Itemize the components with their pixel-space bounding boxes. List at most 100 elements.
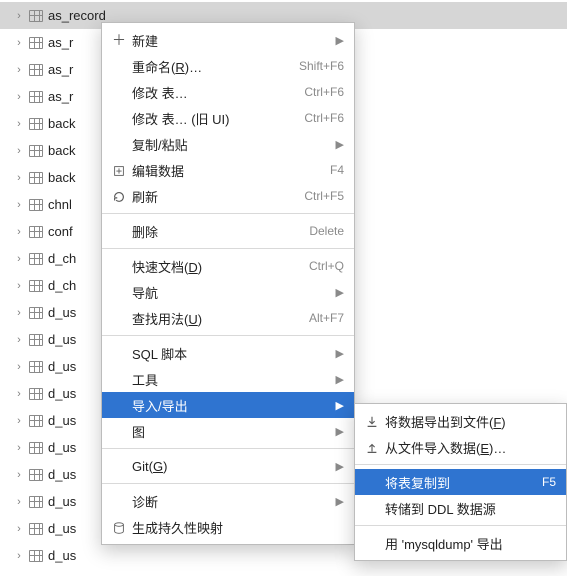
menu-item-edit-data[interactable]: 编辑数据 F4: [102, 157, 354, 183]
menu-item-copy-paste[interactable]: 复制/粘贴 ▶: [102, 131, 354, 157]
menu-item-quick-doc[interactable]: 快速文档(D) Ctrl+Q: [102, 253, 354, 279]
submenu-item-dump-to-ddl[interactable]: 转储到 DDL 数据源: [355, 495, 566, 521]
table-icon: [28, 360, 44, 374]
tree-item-label: d_us: [48, 440, 76, 455]
chevron-right-icon: ›: [12, 550, 26, 562]
menu-item-refresh[interactable]: 刷新 Ctrl+F5: [102, 183, 354, 209]
context-menu: ＋ 新建 ▶ 重命名(R)… Shift+F6 修改 表… Ctrl+F6 修改…: [101, 22, 355, 545]
shortcut: Ctrl+F6: [292, 85, 344, 99]
menu-separator: [355, 525, 566, 526]
table-icon: [28, 387, 44, 401]
tree-item-label: chnl: [48, 197, 72, 212]
table-icon: [28, 522, 44, 536]
chevron-right-icon: ›: [12, 199, 26, 211]
table-icon: [28, 225, 44, 239]
submenu-arrow-icon: ▶: [324, 373, 344, 386]
chevron-right-icon: ›: [12, 361, 26, 373]
table-icon: [28, 9, 44, 23]
menu-item-label: 删除: [128, 222, 297, 241]
menu-item-modify-table-old-ui[interactable]: 修改 表… (旧 UI) Ctrl+F6: [102, 105, 354, 131]
submenu-item-export-to-file[interactable]: 将数据导出到文件(F): [355, 408, 566, 434]
submenu-arrow-icon: ▶: [324, 460, 344, 473]
tree-item-label: d_us: [48, 305, 76, 320]
menu-item-label: Git(G): [128, 459, 324, 474]
menu-item-diagram[interactable]: 图 ▶: [102, 418, 354, 444]
tree-item-label: d_us: [48, 359, 76, 374]
submenu-arrow-icon: ▶: [324, 347, 344, 360]
menu-item-label: 图: [128, 422, 324, 441]
chevron-right-icon: ›: [12, 442, 26, 454]
submenu-item-copy-table-to[interactable]: 将表复制到 F5: [355, 469, 566, 495]
table-icon: [28, 333, 44, 347]
table-icon: [28, 414, 44, 428]
table-icon: [28, 63, 44, 77]
menu-item-sql-scripts[interactable]: SQL 脚本 ▶: [102, 340, 354, 366]
shortcut: Delete: [297, 224, 344, 238]
chevron-right-icon: ›: [12, 10, 26, 22]
menu-item-label: SQL 脚本: [128, 344, 324, 363]
menu-item-label: 从文件导入数据(E)…: [381, 438, 556, 457]
menu-separator: [355, 464, 566, 465]
menu-item-label: 刷新: [128, 187, 292, 206]
tree-item-label: d_us: [48, 494, 76, 509]
menu-item-label: 导入/导出: [128, 396, 324, 415]
edit-icon: [110, 162, 128, 177]
tree-item-label: conf: [48, 224, 73, 239]
menu-item-new[interactable]: ＋ 新建 ▶: [102, 27, 354, 53]
menu-item-delete[interactable]: 删除 Delete: [102, 218, 354, 244]
menu-item-label: 新建: [128, 31, 324, 50]
tree-item-label: d_ch: [48, 278, 76, 293]
menu-item-find-usages[interactable]: 查找用法(U) Alt+F7: [102, 305, 354, 331]
menu-item-navigate[interactable]: 导航 ▶: [102, 279, 354, 305]
tree-item-label: as_r: [48, 89, 73, 104]
menu-item-git[interactable]: Git(G) ▶: [102, 453, 354, 479]
table-icon: [28, 306, 44, 320]
menu-item-tools[interactable]: 工具 ▶: [102, 366, 354, 392]
menu-item-label: 快速文档(D): [128, 257, 297, 276]
plus-icon: ＋: [110, 33, 128, 47]
tree-item-label: d_us: [48, 386, 76, 401]
tree-item-label: back: [48, 170, 75, 185]
submenu-arrow-icon: ▶: [324, 399, 344, 412]
chevron-right-icon: ›: [12, 523, 26, 535]
submenu-arrow-icon: ▶: [324, 286, 344, 299]
menu-separator: [102, 483, 354, 484]
table-icon: [28, 198, 44, 212]
menu-item-label: 修改 表…: [128, 83, 292, 102]
menu-item-generate-persistence[interactable]: 生成持久性映射: [102, 514, 354, 540]
shortcut: Ctrl+F5: [292, 189, 344, 203]
tree-item-label: back: [48, 116, 75, 131]
chevron-right-icon: ›: [12, 280, 26, 292]
submenu-arrow-icon: ▶: [324, 425, 344, 438]
tree-item-label: as_r: [48, 35, 73, 50]
tree-item-label: d_us: [48, 413, 76, 428]
table-icon: [28, 495, 44, 509]
menu-item-label: 将数据导出到文件(F): [381, 412, 556, 431]
menu-item-label: 查找用法(U): [128, 309, 297, 328]
chevron-right-icon: ›: [12, 118, 26, 130]
chevron-right-icon: ›: [12, 37, 26, 49]
menu-item-modify-table[interactable]: 修改 表… Ctrl+F6: [102, 79, 354, 105]
menu-item-label: 导航: [128, 283, 324, 302]
submenu-arrow-icon: ▶: [324, 138, 344, 151]
submenu-item-mysqldump[interactable]: 用 'mysqldump' 导出: [355, 530, 566, 556]
shortcut: Ctrl+Q: [297, 259, 344, 273]
table-icon: [28, 252, 44, 266]
submenu-item-import-from-file[interactable]: 从文件导入数据(E)…: [355, 434, 566, 460]
menu-item-label: 修改 表… (旧 UI): [128, 109, 292, 128]
submenu-arrow-icon: ▶: [324, 34, 344, 47]
tree-item-label: back: [48, 143, 75, 158]
menu-item-label: 生成持久性映射: [128, 518, 344, 537]
menu-item-import-export[interactable]: 导入/导出 ▶: [102, 392, 354, 418]
menu-item-label: 复制/粘贴: [128, 135, 324, 154]
tree-item-label: d_us: [48, 521, 76, 536]
table-icon: [28, 279, 44, 293]
chevron-right-icon: ›: [12, 226, 26, 238]
chevron-right-icon: ›: [12, 415, 26, 427]
chevron-right-icon: ›: [12, 172, 26, 184]
menu-item-rename[interactable]: 重命名(R)… Shift+F6: [102, 53, 354, 79]
tree-item-label: as_r: [48, 62, 73, 77]
menu-item-label: 编辑数据: [128, 161, 318, 180]
database-icon: [110, 519, 128, 534]
menu-item-diagnostics[interactable]: 诊断 ▶: [102, 488, 354, 514]
